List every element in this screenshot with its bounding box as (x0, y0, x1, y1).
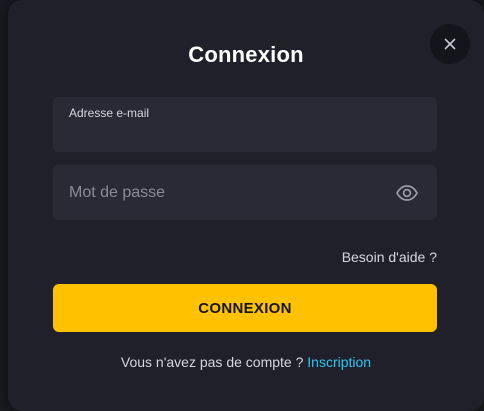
signup-row: Vous n'avez pas de compte ? Inscription (8, 354, 484, 370)
signup-link[interactable]: Inscription (307, 354, 371, 370)
password-visibility-toggle[interactable] (395, 181, 419, 205)
email-input[interactable] (69, 123, 419, 143)
login-submit-button[interactable]: CONNEXION (53, 284, 437, 332)
signup-prompt: Vous n'avez pas de compte ? (120, 354, 308, 370)
modal-title: Connexion (188, 42, 304, 67)
help-link[interactable]: Besoin d'aide ? (342, 249, 437, 265)
email-field-label: Adresse e-mail (69, 106, 150, 120)
email-field[interactable]: Adresse e-mail (53, 97, 437, 152)
eye-icon (396, 185, 418, 201)
password-field[interactable] (53, 165, 437, 220)
password-input[interactable] (69, 165, 389, 220)
login-modal: Connexion Adresse e-mail Besoin d'aide ?… (8, 0, 484, 411)
